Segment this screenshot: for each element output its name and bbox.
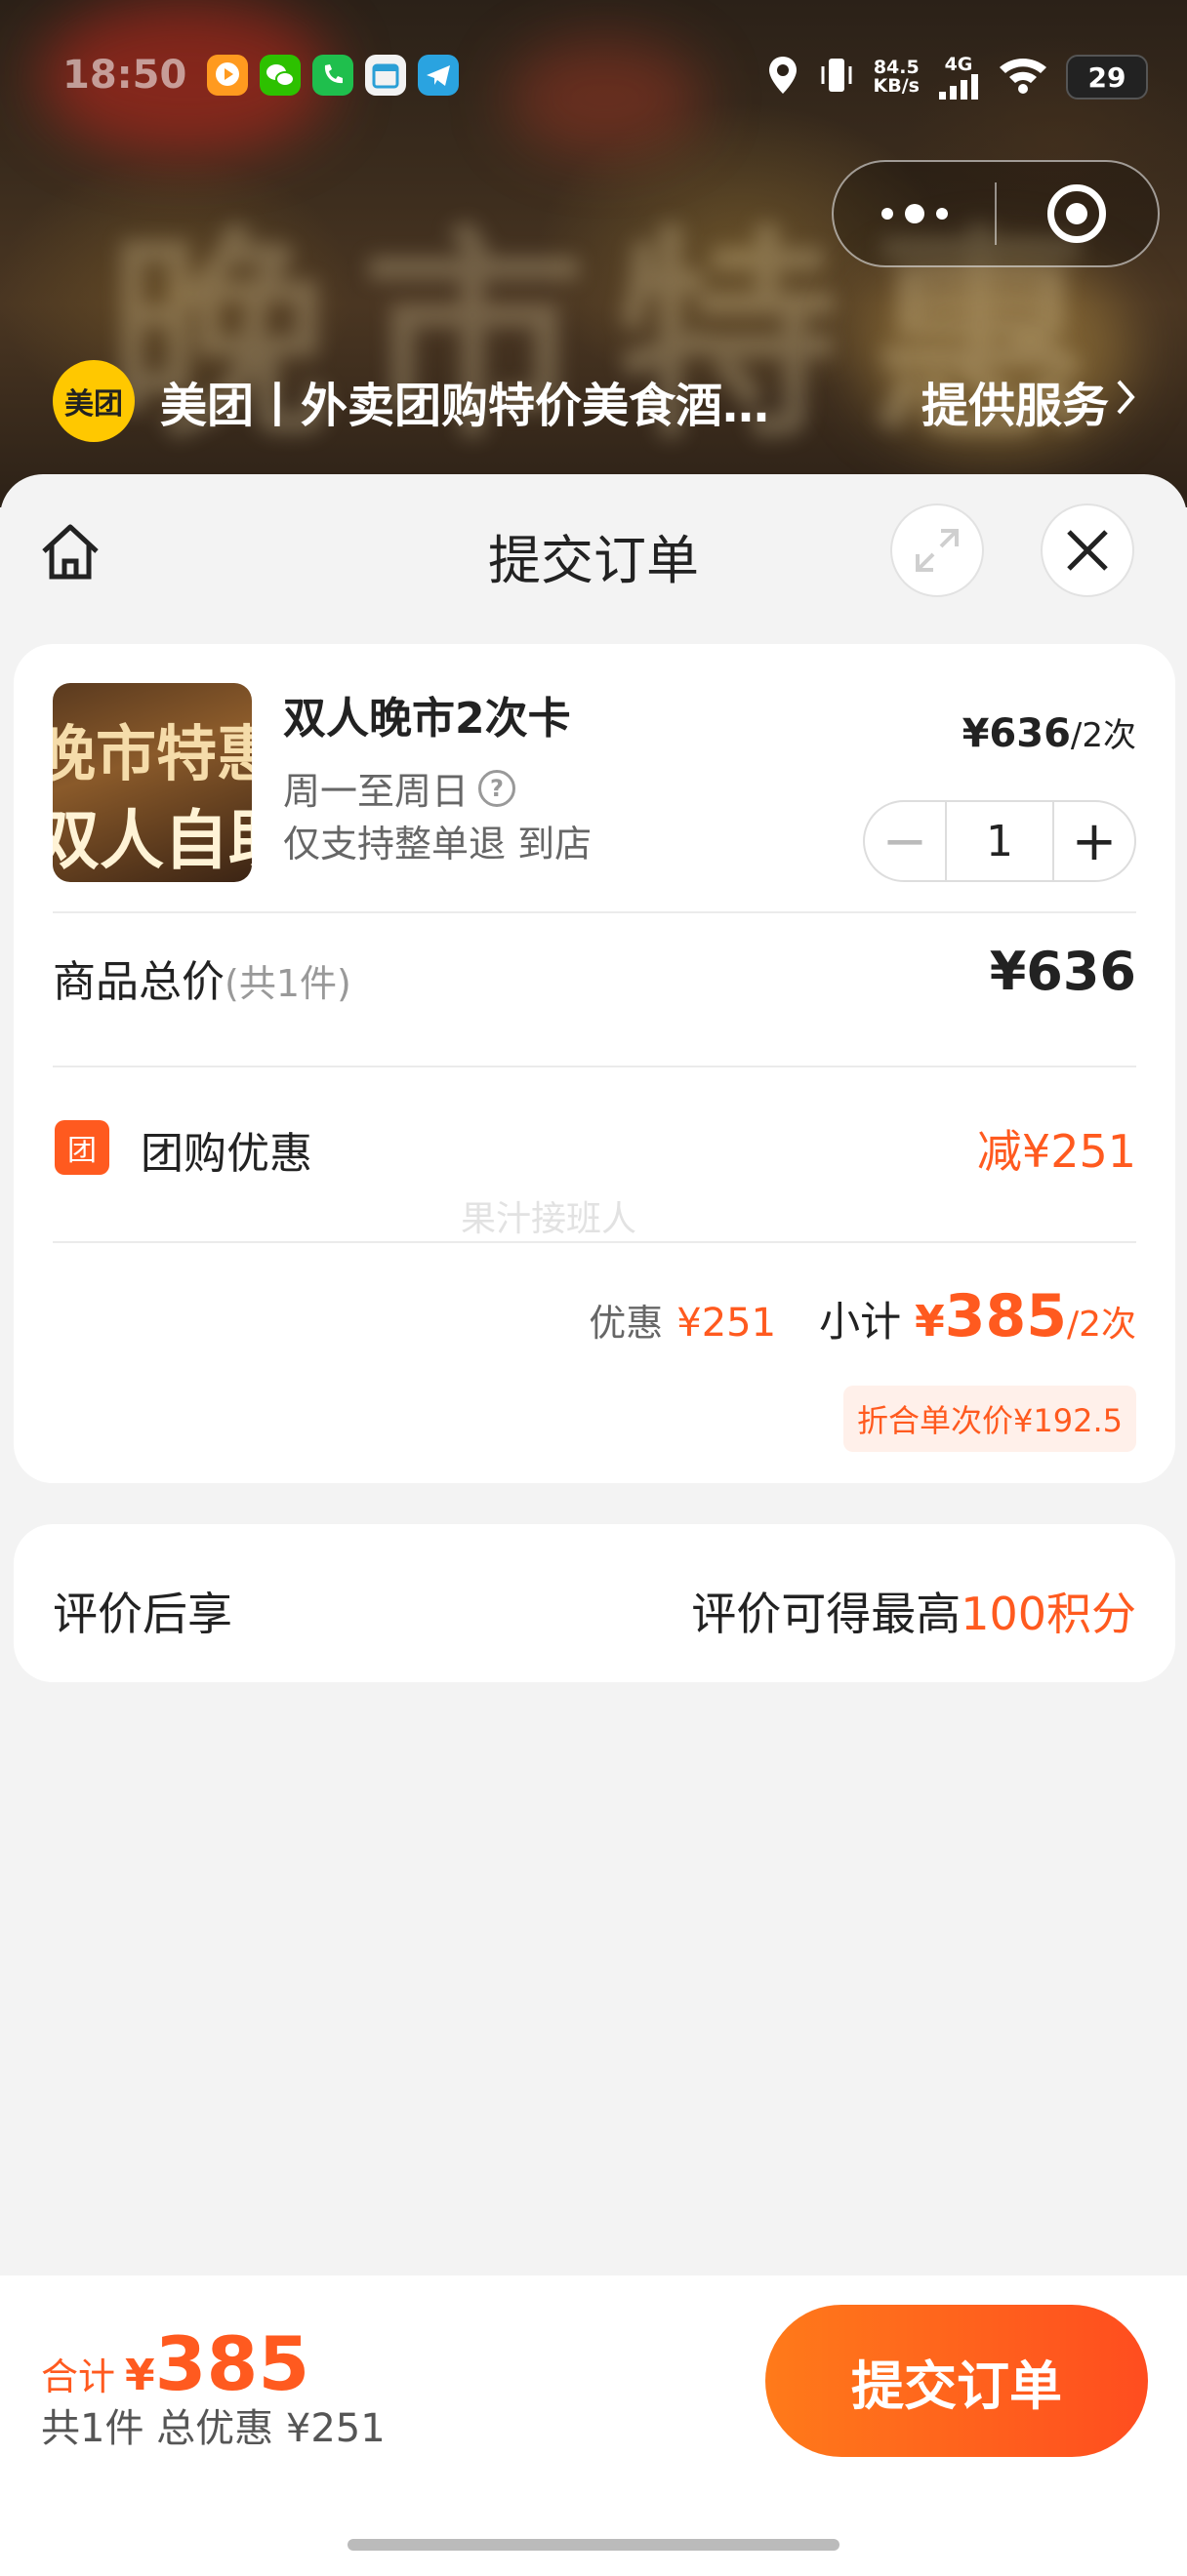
target-icon bbox=[1047, 184, 1107, 243]
sheet-header: 提交订单 bbox=[0, 474, 1187, 640]
product-title: 双人晚市2次卡 bbox=[283, 694, 571, 744]
status-bar: 18:50 84.5 KB/s 4G 29 bbox=[0, 39, 1187, 113]
quantity-value[interactable]: 1 bbox=[945, 802, 1054, 880]
group-buy-icon: 团 bbox=[55, 1120, 109, 1175]
close-button[interactable] bbox=[1041, 503, 1134, 597]
divider bbox=[53, 1066, 1136, 1067]
order-total-detail: 共1件 总优惠 ¥251 bbox=[41, 2406, 386, 2451]
expand-icon bbox=[916, 529, 959, 572]
divider bbox=[53, 1241, 1136, 1243]
refund-policy: 仅支持整单退 到店 bbox=[283, 823, 593, 865]
service-provider-bar[interactable]: 美团 美团丨外卖团购特价美食酒… 提供服务 bbox=[53, 359, 1136, 443]
calendar-app-icon bbox=[365, 55, 406, 96]
group-buy-discount: 减¥251 bbox=[976, 1125, 1136, 1178]
status-time: 18:50 bbox=[62, 53, 187, 98]
vibrate-icon bbox=[817, 55, 856, 100]
order-total: 合计 ¥ 385 bbox=[41, 2320, 310, 2407]
location-icon bbox=[766, 55, 799, 100]
mini-program-capsule bbox=[832, 160, 1160, 267]
page-title: 提交订单 bbox=[488, 530, 699, 591]
more-menu-button[interactable] bbox=[834, 162, 995, 265]
watermark-text: 果汁接班人 bbox=[461, 1199, 637, 1239]
review-reward-label: 评价后享 bbox=[53, 1588, 232, 1640]
mini-program-name: 美团丨外卖团购特价美食酒… bbox=[160, 379, 770, 433]
decrease-button[interactable]: − bbox=[865, 802, 945, 880]
meituan-logo: 美团 bbox=[53, 360, 135, 442]
quantity-stepper: − 1 + bbox=[863, 800, 1136, 882]
close-mini-program-button[interactable] bbox=[997, 162, 1158, 265]
divider bbox=[53, 911, 1136, 913]
provider-link[interactable]: 提供服务 bbox=[921, 367, 1136, 435]
total-price-value: ¥636 bbox=[989, 941, 1136, 1002]
product-image: 晚市特惠 双人自助 bbox=[53, 683, 252, 882]
wechat-icon bbox=[260, 55, 301, 96]
product-price: ¥636/2次 bbox=[962, 711, 1136, 756]
chevron-right-icon bbox=[1115, 374, 1136, 428]
network-speed: 84.5 KB/s bbox=[873, 57, 920, 97]
total-price-label: 商品总价(共1件) bbox=[53, 957, 351, 1007]
close-icon bbox=[1067, 530, 1108, 571]
increase-button[interactable]: + bbox=[1054, 802, 1134, 880]
submit-order-button[interactable]: 提交订单 bbox=[765, 2305, 1148, 2457]
subtotal-row: 优惠 ¥251 小计 ¥ 385 /2次 bbox=[589, 1282, 1136, 1350]
review-reward-card[interactable]: 评价后享 评价可得最高100积分 bbox=[14, 1524, 1175, 1682]
telegram-icon bbox=[418, 55, 459, 96]
more-dot-icon bbox=[880, 208, 893, 220]
wifi-icon bbox=[998, 56, 1048, 99]
expand-button[interactable] bbox=[890, 503, 984, 597]
product-card: 晚市特惠 双人自助 双人晚市2次卡 周一至周日 ? 仅支持整单退 到店 ¥636… bbox=[14, 644, 1175, 1483]
help-icon[interactable]: ? bbox=[478, 769, 516, 807]
more-dot-icon bbox=[904, 204, 924, 223]
cellular-signal: 4G bbox=[937, 55, 980, 100]
video-app-icon bbox=[207, 55, 248, 96]
checkout-bar: 合计 ¥ 385 共1件 总优惠 ¥251 提交订单 bbox=[0, 2275, 1187, 2576]
home-indicator[interactable] bbox=[348, 2539, 839, 2551]
more-dot-icon bbox=[935, 208, 948, 220]
phone-app-icon bbox=[312, 55, 353, 96]
product-schedule: 周一至周日 ? bbox=[283, 761, 516, 815]
review-reward-value: 评价可得最高100积分 bbox=[691, 1588, 1136, 1640]
battery-indicator: 29 bbox=[1066, 55, 1148, 100]
group-buy-label: 团购优惠 bbox=[141, 1129, 312, 1179]
per-use-price-tag: 折合单次价¥192.5 bbox=[843, 1386, 1136, 1452]
order-sheet: 提交订单 晚市特惠 双人自助 双人晚市2次卡 周一至周日 ? 仅支持整单退 到店… bbox=[0, 474, 1187, 2576]
